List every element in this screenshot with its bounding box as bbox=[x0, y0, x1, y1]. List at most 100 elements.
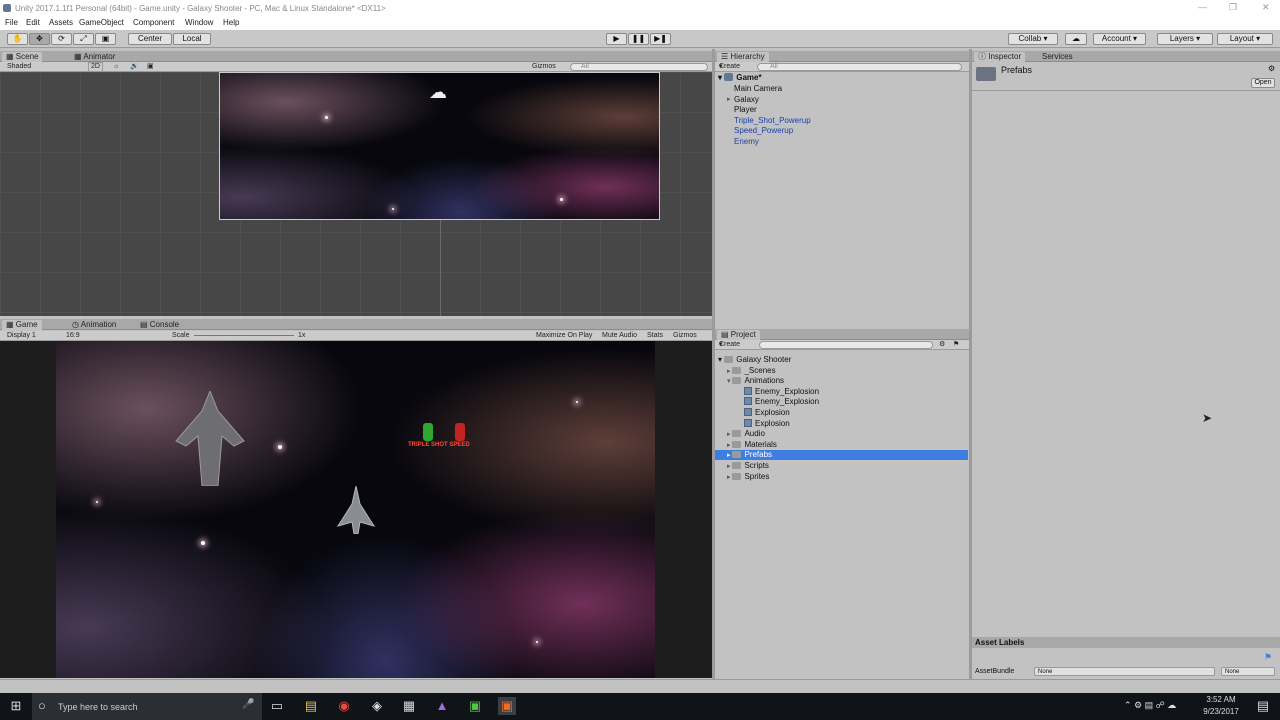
audio-icon[interactable]: 🔊 bbox=[130, 62, 139, 72]
game-gizmos-dropdown[interactable]: Gizmos bbox=[673, 331, 697, 341]
hierarchy-create-dropdown[interactable]: Create ▾ bbox=[719, 62, 740, 72]
project-create-dropdown[interactable]: Create ▾ bbox=[719, 340, 740, 350]
minimize-icon[interactable]: — bbox=[1198, 2, 1207, 12]
step-button[interactable]: ▶❚ bbox=[650, 33, 671, 45]
menu-gameobject[interactable]: GameObject bbox=[79, 18, 124, 27]
scene-search-input[interactable]: All bbox=[570, 63, 708, 71]
hierarchy-scene-name: Game* bbox=[736, 73, 762, 82]
move-tool-icon[interactable]: ✥ bbox=[29, 33, 50, 45]
project-folder-item[interactable]: ▸ _Scenes bbox=[727, 366, 776, 377]
shading-mode-dropdown[interactable]: Shaded bbox=[7, 62, 31, 72]
open-button[interactable]: Open bbox=[1251, 78, 1275, 88]
recorder-icon[interactable]: ▣ bbox=[498, 697, 516, 715]
menu-window[interactable]: Window bbox=[185, 18, 213, 27]
tab-animation[interactable]: ◷ Animation bbox=[68, 320, 120, 330]
vertical-splitter[interactable] bbox=[712, 49, 715, 679]
scale-tool-icon[interactable]: ⤢ bbox=[73, 33, 94, 45]
filter-type-icon[interactable]: ⚙ bbox=[939, 340, 945, 350]
inspector-settings-icon[interactable]: ⚙ bbox=[1268, 64, 1275, 73]
hierarchy-item[interactable]: Player bbox=[734, 105, 757, 115]
stats-toggle[interactable]: Stats bbox=[647, 331, 663, 341]
hierarchy-item[interactable]: ▸ Galaxy bbox=[727, 95, 759, 105]
collab-button[interactable]: Collab ▾ bbox=[1008, 33, 1058, 45]
vertical-splitter-right[interactable] bbox=[969, 49, 972, 679]
tab-animator[interactable]: ▦ Animator bbox=[70, 52, 119, 62]
cloud-icon[interactable]: ☁ bbox=[1065, 33, 1087, 45]
project-asset-item[interactable]: Explosion bbox=[744, 418, 790, 429]
hierarchy-scene-row[interactable]: ▾ Game* bbox=[718, 73, 762, 83]
tab-project[interactable]: ▤ Project bbox=[717, 330, 760, 340]
project-asset-item[interactable]: Enemy_Explosion bbox=[744, 386, 819, 397]
filter-label-icon[interactable]: ⚑ bbox=[953, 340, 959, 350]
mode-2d-button[interactable]: 2D bbox=[88, 62, 103, 72]
layers-dropdown[interactable]: Layers ▾ bbox=[1157, 33, 1213, 45]
project-folder-item[interactable]: ▸ Materials bbox=[727, 440, 777, 451]
hierarchy-item[interactable]: Enemy bbox=[734, 137, 759, 147]
menu-edit[interactable]: Edit bbox=[26, 18, 40, 27]
project-search-input[interactable] bbox=[759, 341, 933, 349]
expand-arrow-icon[interactable]: ▸ bbox=[727, 95, 731, 105]
tab-scene[interactable]: ▦ Scene bbox=[2, 52, 43, 62]
notifications-icon[interactable]: ▤ bbox=[1254, 697, 1272, 715]
menu-help[interactable]: Help bbox=[223, 18, 239, 27]
mute-audio-toggle[interactable]: Mute Audio bbox=[602, 331, 637, 341]
taskbar-search-box[interactable]: ○ Type here to search 🎤 bbox=[32, 693, 262, 720]
scale-slider[interactable] bbox=[194, 335, 294, 336]
pivot-local-button[interactable]: Local bbox=[173, 33, 211, 45]
pause-button[interactable]: ❚❚ bbox=[628, 33, 649, 45]
visual-studio-icon[interactable]: ▲ bbox=[433, 697, 451, 715]
close-icon[interactable]: ✕ bbox=[1262, 2, 1270, 13]
project-folder-item[interactable]: ▸ Prefabs bbox=[727, 450, 772, 461]
project-root-row[interactable]: ▾ Galaxy Shooter bbox=[718, 355, 791, 365]
pivot-center-button[interactable]: Center bbox=[128, 33, 172, 45]
chrome-icon[interactable]: ◉ bbox=[335, 697, 353, 715]
file-explorer-icon[interactable]: ▤ bbox=[302, 697, 320, 715]
taskbar-search-placeholder: Type here to search bbox=[58, 702, 138, 712]
effects-icon[interactable]: ▣ bbox=[147, 62, 154, 72]
hierarchy-item[interactable]: Triple_Shot_Powerup bbox=[734, 116, 811, 126]
scene-gizmos-dropdown[interactable]: Gizmos bbox=[532, 62, 556, 72]
project-folder-item[interactable]: ▸ Audio bbox=[727, 429, 765, 440]
rect-tool-icon[interactable]: ▣ bbox=[95, 33, 116, 45]
hierarchy-item[interactable]: Main Camera bbox=[734, 84, 782, 94]
folder-icon bbox=[732, 366, 742, 374]
hand-tool-icon[interactable]: ✋ bbox=[7, 33, 28, 45]
project-folder-item[interactable]: ▸ Sprites bbox=[727, 472, 769, 483]
play-button[interactable]: ▶ bbox=[606, 33, 627, 45]
tab-services[interactable]: Services bbox=[1038, 52, 1077, 62]
maximize-on-play-toggle[interactable]: Maximize On Play bbox=[536, 331, 592, 341]
calculator-icon[interactable]: ▦ bbox=[400, 697, 418, 715]
hierarchy-item[interactable]: Speed_Powerup bbox=[734, 126, 793, 136]
lighting-icon[interactable]: ☼ bbox=[113, 62, 119, 72]
unity-taskbar-icon[interactable]: ◈ bbox=[368, 697, 386, 715]
collab-label: Collab bbox=[1018, 34, 1042, 43]
maximize-icon[interactable]: ❐ bbox=[1229, 2, 1237, 13]
camtasia-icon[interactable]: ▣ bbox=[466, 697, 484, 715]
tab-hierarchy[interactable]: ☰ Hierarchy bbox=[717, 52, 769, 62]
asset-bundle-variant-dropdown[interactable]: None bbox=[1221, 667, 1275, 676]
tab-console[interactable]: ▤ Console bbox=[136, 320, 183, 330]
layout-dropdown[interactable]: Layout ▾ bbox=[1217, 33, 1273, 45]
powerup-label: TRIPLE SHOT SPEED bbox=[408, 442, 470, 448]
display-dropdown[interactable]: Display 1 bbox=[7, 331, 36, 341]
tray-icons[interactable]: ⌃ ⚙ ▤ ☍ ☁ bbox=[1124, 700, 1176, 711]
windows-start-icon[interactable]: ⊞ bbox=[7, 697, 25, 715]
project-folder-item[interactable]: ▾ Animations bbox=[727, 376, 784, 387]
tab-game[interactable]: ▦ Game bbox=[2, 320, 42, 330]
tag-icon[interactable]: ⚑ bbox=[1264, 652, 1272, 663]
asset-bundle-dropdown[interactable]: None bbox=[1034, 667, 1215, 676]
project-asset-item[interactable]: Explosion bbox=[744, 407, 790, 418]
tab-inspector[interactable]: ⓘ Inspector bbox=[974, 52, 1026, 62]
menu-component[interactable]: Component bbox=[133, 18, 174, 27]
aspect-dropdown[interactable]: 16:9 bbox=[66, 331, 80, 341]
project-asset-item[interactable]: Enemy_Explosion bbox=[744, 397, 819, 407]
game-view[interactable]: TRIPLE SHOT SPEED bbox=[0, 341, 712, 678]
menu-file[interactable]: File bbox=[5, 18, 18, 27]
task-view-icon[interactable]: ▭ bbox=[268, 697, 286, 715]
menu-assets[interactable]: Assets bbox=[49, 18, 73, 27]
rotate-tool-icon[interactable]: ⟳ bbox=[51, 33, 72, 45]
hierarchy-search-input[interactable]: All bbox=[757, 63, 962, 71]
scene-view[interactable]: ☁ bbox=[0, 72, 712, 316]
project-folder-item[interactable]: ▸ Scripts bbox=[727, 461, 769, 472]
account-dropdown[interactable]: Account ▾ bbox=[1093, 33, 1146, 45]
